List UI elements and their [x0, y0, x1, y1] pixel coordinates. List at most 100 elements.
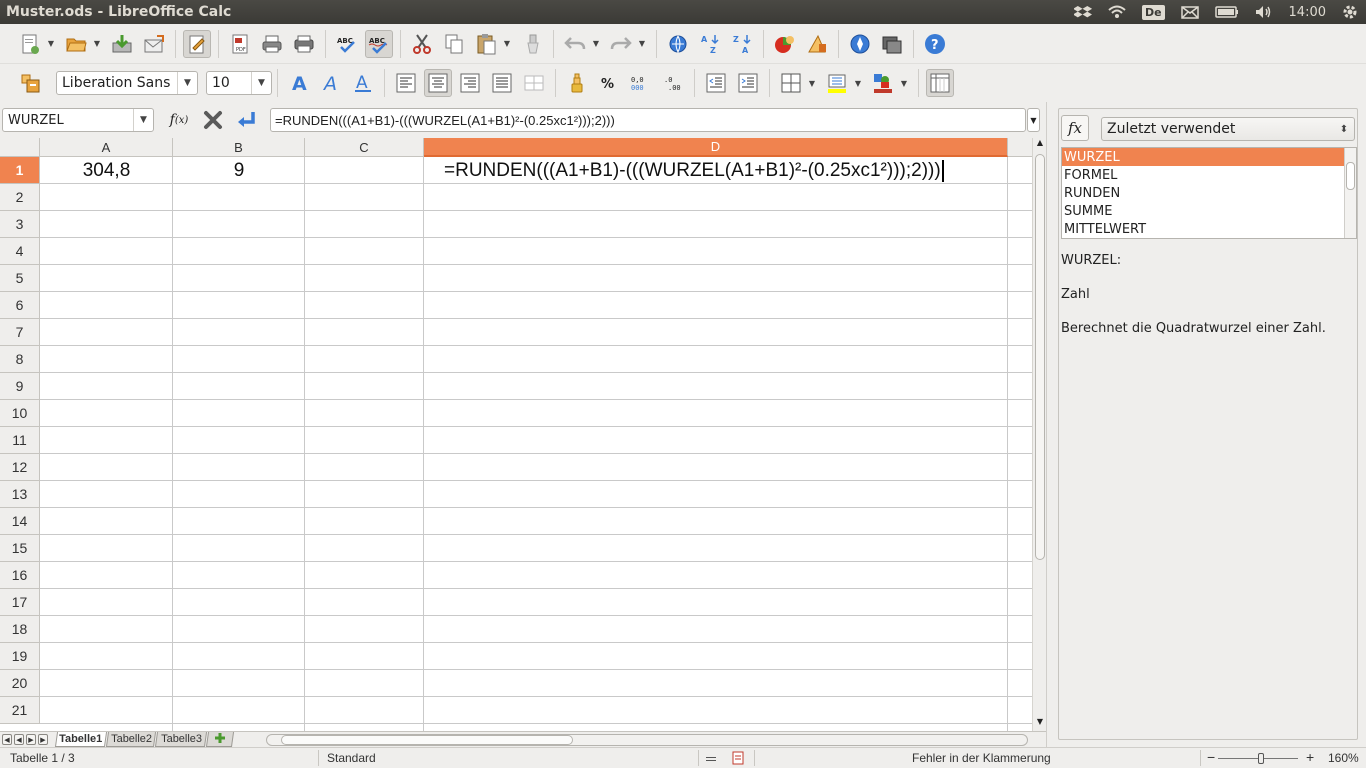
chevron-down-icon[interactable]: ▼ [853, 79, 863, 88]
row-header[interactable]: 9 [0, 373, 40, 400]
accept-icon[interactable] [233, 109, 259, 131]
gallery-icon[interactable] [878, 30, 906, 58]
sort-descending-icon[interactable]: ZA [728, 30, 756, 58]
last-sheet-button[interactable]: ▶ [38, 734, 48, 745]
help-icon[interactable]: ? [921, 30, 949, 58]
row-header[interactable]: 21 [0, 697, 40, 724]
row-header[interactable]: 1 [0, 157, 40, 184]
horizontal-scrollbar[interactable] [266, 734, 1028, 746]
row-header[interactable]: 7 [0, 319, 40, 346]
email-document-icon[interactable] [140, 30, 168, 58]
decrease-indent-icon[interactable] [702, 69, 730, 97]
align-center-icon[interactable] [424, 69, 452, 97]
zoom-out-button[interactable]: − [1207, 749, 1215, 765]
chevron-down-icon[interactable]: ▼ [177, 72, 197, 94]
cancel-icon[interactable] [200, 109, 226, 131]
clock[interactable]: 14:00 [1289, 5, 1326, 20]
column-header-a[interactable]: A [40, 138, 173, 157]
chevron-updown-icon[interactable]: ⬍ [1334, 118, 1354, 140]
name-box[interactable]: WURZEL ▼ [2, 108, 154, 132]
row-header[interactable]: 8 [0, 346, 40, 373]
zoom-in-button[interactable]: + [1306, 749, 1314, 765]
sheet-tab-tabelle1[interactable]: Tabelle1 [54, 732, 108, 747]
number-format-icon[interactable]: 0,0 000 [627, 69, 655, 97]
row-header[interactable]: 5 [0, 265, 40, 292]
scroll-down-icon[interactable]: ▼ [1033, 717, 1047, 731]
open-folder-icon[interactable] [62, 30, 90, 58]
volume-icon[interactable] [1255, 5, 1273, 19]
function-list-item[interactable]: FORMEL [1062, 166, 1356, 184]
toggle-grid-icon[interactable] [926, 69, 954, 97]
bold-icon[interactable]: A [285, 69, 313, 97]
scroll-up-icon[interactable]: ▲ [1033, 138, 1047, 152]
copy-icon[interactable] [440, 30, 468, 58]
new-document-icon[interactable] [16, 30, 44, 58]
mail-icon[interactable] [1180, 5, 1199, 19]
currency-format-icon[interactable] [563, 69, 591, 97]
select-all-corner[interactable] [0, 138, 40, 157]
styles-icon[interactable] [16, 69, 44, 97]
chevron-down-icon[interactable]: ▼ [637, 39, 647, 48]
zoom-slider-handle[interactable] [1258, 753, 1264, 764]
sheet-tab-tabelle2[interactable]: Tabelle2 [105, 732, 157, 747]
background-color-icon[interactable] [823, 69, 851, 97]
column-header-e[interactable] [1008, 138, 1032, 157]
hyperlink-icon[interactable] [664, 30, 692, 58]
expand-formula-bar-button[interactable]: ▼ [1027, 108, 1040, 132]
formula-input[interactable]: =RUNDEN(((A1+B1)-(((WURZEL(A1+B1)²-(0.25… [270, 108, 1026, 132]
draw-functions-icon[interactable] [803, 30, 831, 58]
function-category-select[interactable]: Zuletzt verwendet ⬍ [1101, 117, 1355, 141]
italic-icon[interactable]: A [317, 69, 345, 97]
sheet-tab-tabelle3[interactable]: Tabelle3 [154, 732, 208, 747]
print-icon[interactable] [258, 30, 286, 58]
row-header[interactable]: 2 [0, 184, 40, 211]
borders-icon[interactable] [777, 69, 805, 97]
align-left-icon[interactable] [392, 69, 420, 97]
insert-function-button[interactable]: fx [1061, 115, 1089, 141]
cell-a1[interactable]: 304,8 [40, 158, 173, 184]
chevron-down-icon[interactable]: ▼ [92, 39, 102, 48]
percent-format-icon[interactable]: % [595, 69, 623, 97]
export-pdf-icon[interactable]: PDF [226, 30, 254, 58]
function-list-item[interactable]: RUNDEN [1062, 184, 1356, 202]
font-size-select[interactable]: 10 ▼ [206, 71, 272, 95]
zoom-level[interactable]: 160% [1328, 751, 1359, 765]
align-right-icon[interactable] [456, 69, 484, 97]
row-header[interactable]: 3 [0, 211, 40, 238]
save-icon[interactable] [108, 30, 136, 58]
vertical-scrollbar[interactable]: ▲ ▼ [1032, 138, 1046, 731]
underline-icon[interactable]: A [349, 69, 377, 97]
row-header[interactable]: 18 [0, 616, 40, 643]
print-preview-icon[interactable] [290, 30, 318, 58]
increase-indent-icon[interactable] [734, 69, 762, 97]
font-color-icon[interactable] [869, 69, 897, 97]
clone-formatting-icon[interactable] [518, 30, 546, 58]
justify-icon[interactable] [488, 69, 516, 97]
keyboard-layout-indicator[interactable]: De [1141, 4, 1165, 20]
row-header[interactable]: 20 [0, 670, 40, 697]
merge-cells-icon[interactable] [520, 69, 548, 97]
page-style[interactable]: Standard [327, 751, 376, 765]
row-header[interactable]: 19 [0, 643, 40, 670]
font-name-select[interactable]: Liberation Sans ▼ [56, 71, 198, 95]
chevron-down-icon[interactable]: ▼ [899, 79, 909, 88]
row-header[interactable]: 6 [0, 292, 40, 319]
chevron-down-icon[interactable]: ▼ [46, 39, 56, 48]
row-header[interactable]: 17 [0, 589, 40, 616]
vertical-scroll-thumb[interactable] [1035, 154, 1045, 560]
spellcheck-icon[interactable]: ABC [333, 30, 361, 58]
sort-ascending-icon[interactable]: AZ [696, 30, 724, 58]
redo-icon[interactable] [607, 30, 635, 58]
dropbox-icon[interactable] [1073, 4, 1092, 20]
horizontal-scroll-thumb[interactable] [281, 735, 573, 745]
undo-icon[interactable] [561, 30, 589, 58]
row-header[interactable]: 10 [0, 400, 40, 427]
function-wizard-button[interactable]: f (x) [166, 109, 192, 131]
row-header[interactable]: 12 [0, 454, 40, 481]
row-header[interactable]: 14 [0, 508, 40, 535]
document-modified-icon[interactable] [732, 751, 746, 768]
chevron-down-icon[interactable]: ▼ [591, 39, 601, 48]
column-header-b[interactable]: B [173, 138, 305, 157]
paste-icon[interactable] [472, 30, 500, 58]
function-list-item[interactable]: SUMME [1062, 202, 1356, 220]
